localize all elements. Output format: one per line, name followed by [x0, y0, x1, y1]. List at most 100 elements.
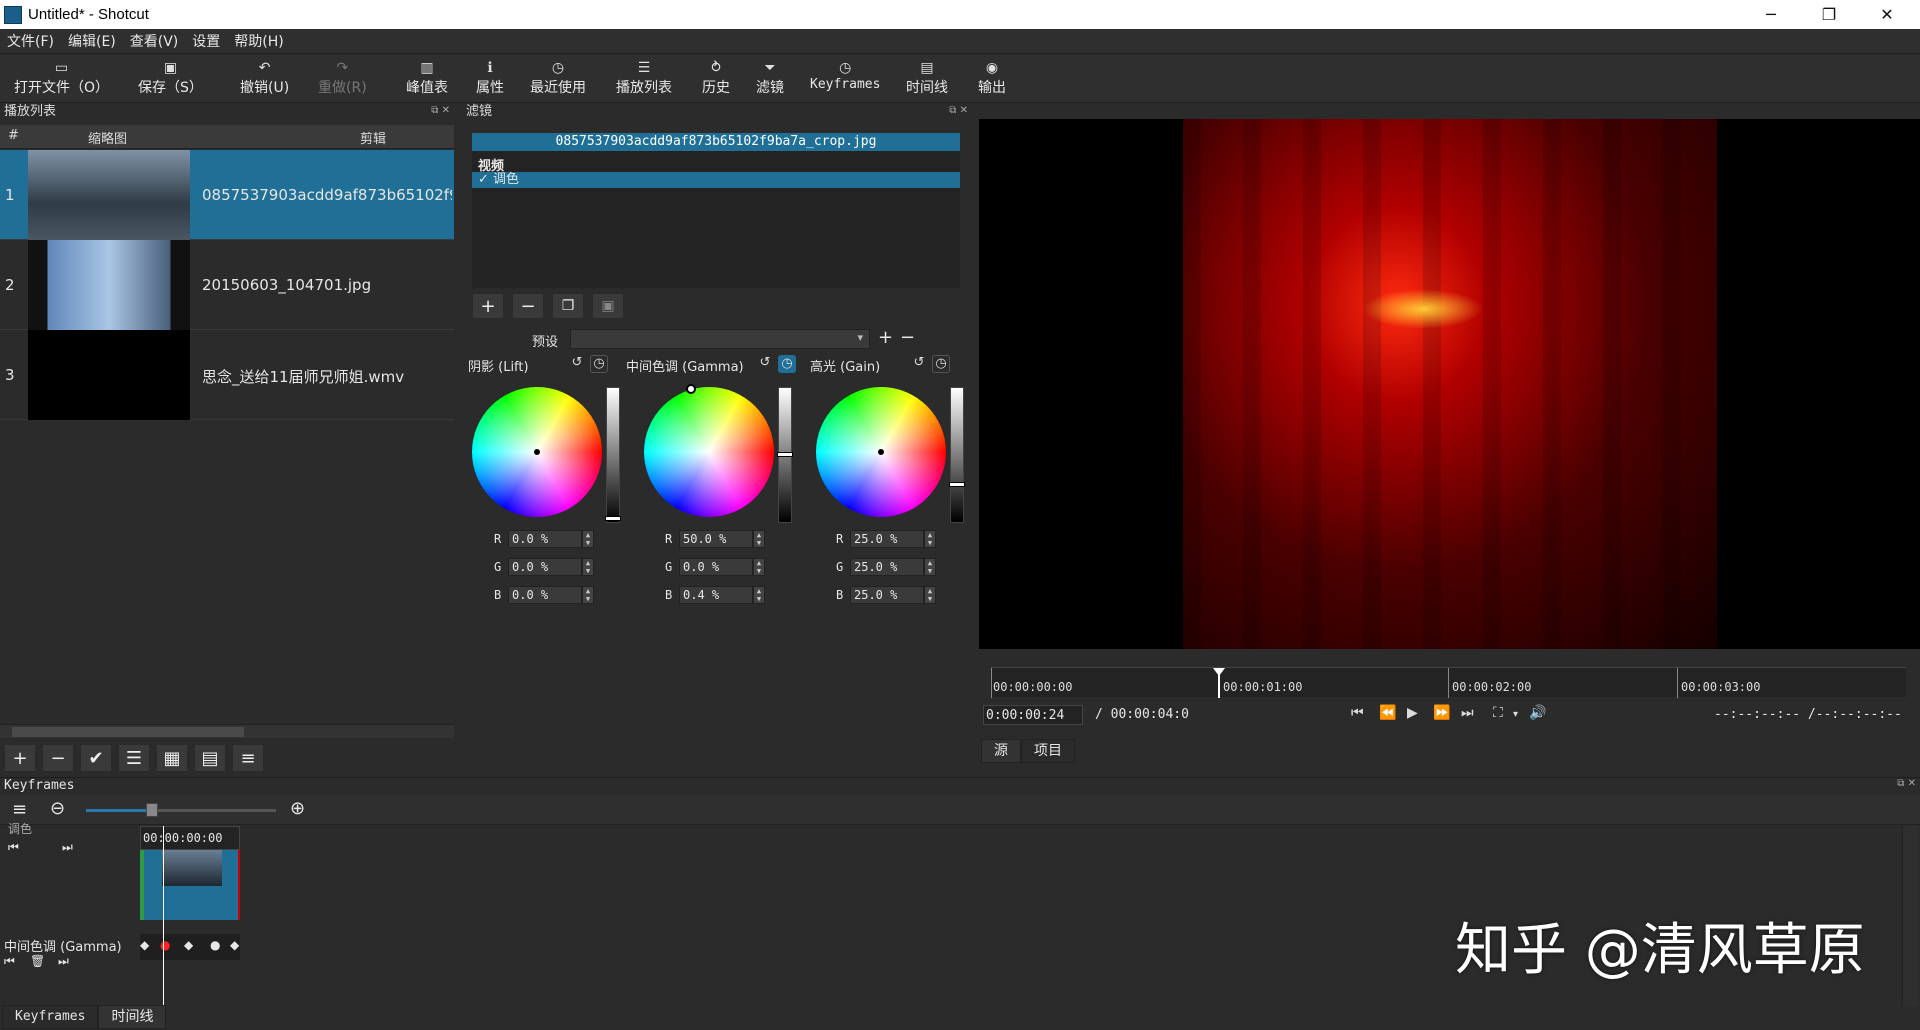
gain-b-spinbox[interactable]: B 25.0 % ▲ ▼: [836, 586, 946, 604]
playhead[interactable]: [1213, 668, 1225, 698]
seek-previous-icon[interactable]: ⏮: [4, 954, 15, 969]
lift-luma-slider[interactable]: [605, 387, 621, 523]
spin-arrows[interactable]: ▲ ▼: [753, 530, 765, 548]
details-view-button[interactable]: ☰: [118, 744, 150, 772]
col-number[interactable]: #: [8, 128, 19, 143]
playhead-cap[interactable]: [1213, 668, 1225, 676]
spin-arrows[interactable]: ▲ ▼: [924, 586, 936, 604]
export-button[interactable]: ◉ 输出: [978, 59, 1006, 101]
zoom-fit-icon[interactable]: ⛶: [1493, 705, 1503, 721]
lift-r-spinbox[interactable]: R 0.0 % ▲ ▼: [494, 530, 604, 548]
dock-icons[interactable]: ⧉ ✕: [431, 105, 450, 116]
recent-button[interactable]: ◷ 最近使用: [530, 59, 586, 101]
spin-value[interactable]: 25.0 %: [850, 558, 924, 576]
paste-filter-button[interactable]: ▣: [592, 293, 624, 319]
gain-luma-slider[interactable]: [949, 387, 965, 523]
keyframe-marker-current[interactable]: ●: [160, 938, 170, 952]
dock-icons[interactable]: ⧉ ✕: [1897, 778, 1916, 789]
delete-preset-button[interactable]: −: [900, 327, 915, 348]
zoom-knob[interactable]: [146, 803, 158, 817]
filters-button[interactable]: ⏷ 滤镜: [756, 59, 784, 101]
playlist-row[interactable]: 1 0857537903acdd9af873b65102f9b: [0, 150, 454, 240]
wheel-marker[interactable]: [686, 384, 696, 394]
spin-arrows[interactable]: ▲ ▼: [582, 558, 594, 576]
menu-settings[interactable]: 设置: [185, 31, 227, 51]
keyframe-lift-icon[interactable]: ◷: [590, 355, 608, 373]
menu-view[interactable]: 查看(V): [123, 31, 186, 51]
save-button[interactable]: ▣ 保存（S）: [138, 59, 203, 101]
playlist-row[interactable]: 2 20150603_104701.jpg: [0, 240, 454, 330]
gamma-b-spinbox[interactable]: B 0.4 % ▲ ▼: [665, 586, 775, 604]
gain-color-wheel[interactable]: [816, 387, 946, 517]
copy-filter-button[interactable]: ❐: [552, 293, 584, 319]
peak-meter-button[interactable]: ▥ 峰值表: [406, 59, 448, 101]
keyframes-playhead[interactable]: [163, 826, 164, 1006]
spin-value[interactable]: 0.0 %: [508, 586, 582, 604]
seek-previous-icon[interactable]: ⏮: [8, 840, 19, 855]
reset-gain-icon[interactable]: ↺: [910, 355, 928, 373]
playlist-hscroll[interactable]: [0, 724, 454, 738]
spin-arrows[interactable]: ▲ ▼: [924, 530, 936, 548]
keyframe-marker[interactable]: ◆: [230, 938, 239, 952]
filter-item-color-grading[interactable]: ✓ 调色: [472, 172, 960, 188]
tab-source[interactable]: 源: [981, 739, 1021, 763]
lift-b-spinbox[interactable]: B 0.0 % ▲ ▼: [494, 586, 604, 604]
gamma-color-wheel[interactable]: [644, 384, 774, 517]
keyframe-track[interactable]: ◆ ● ◆ ● ◆: [140, 934, 240, 960]
reset-lift-icon[interactable]: ↺: [568, 355, 586, 373]
lift-color-wheel[interactable]: [472, 387, 602, 517]
rewind-icon[interactable]: ⏪: [1379, 705, 1396, 721]
video-viewer[interactable]: [979, 119, 1920, 649]
add-filter-button[interactable]: +: [472, 293, 504, 319]
keyframes-vscroll[interactable]: [1902, 826, 1918, 1006]
spin-value[interactable]: 0.0 %: [508, 558, 582, 576]
col-clip[interactable]: 剪辑: [360, 128, 386, 147]
keyframes-menu-icon[interactable]: ≡: [12, 799, 27, 820]
menu-help[interactable]: 帮助(H): [227, 31, 290, 51]
spin-value[interactable]: 0.0 %: [508, 530, 582, 548]
menu-edit[interactable]: 编辑(E): [61, 31, 123, 51]
gamma-r-spinbox[interactable]: R 50.0 % ▲ ▼: [665, 530, 775, 548]
tab-timeline[interactable]: 时间线: [98, 1005, 167, 1029]
remove-filter-button[interactable]: −: [512, 293, 544, 319]
col-thumbnail[interactable]: 缩略图: [88, 128, 127, 147]
remove-clip-button[interactable]: −: [42, 744, 74, 772]
playlist-menu-button[interactable]: ≡: [232, 744, 264, 772]
reset-gamma-icon[interactable]: ↺: [756, 355, 774, 373]
spin-value[interactable]: 50.0 %: [679, 530, 753, 548]
spin-arrows[interactable]: ▲ ▼: [582, 530, 594, 548]
slider-handle[interactable]: [605, 516, 621, 521]
zoom-slider[interactable]: [86, 803, 276, 817]
properties-button[interactable]: ℹ 属性: [476, 59, 504, 101]
spin-arrows[interactable]: ▲ ▼: [753, 558, 765, 576]
spin-value[interactable]: 25.0 %: [850, 586, 924, 604]
gamma-luma-slider[interactable]: [777, 387, 793, 523]
position-timecode[interactable]: 0:00:00:24: [983, 705, 1084, 725]
keyframe-gamma-icon[interactable]: ◷: [778, 355, 796, 373]
play-icon[interactable]: ▶: [1407, 705, 1418, 721]
time-ruler[interactable]: 00:00:00:00 00:00:01:00 00:00:02:00 00:0…: [991, 667, 1906, 698]
scroll-thumb[interactable]: [12, 727, 244, 737]
slider-handle[interactable]: [949, 482, 965, 487]
clip-track[interactable]: [140, 850, 240, 920]
menu-file[interactable]: 文件(F): [0, 31, 61, 51]
icons-view-button[interactable]: ▤: [194, 744, 226, 772]
spin-arrows[interactable]: ▲ ▼: [753, 586, 765, 604]
redo-button[interactable]: ↷ 重做(R): [318, 59, 367, 101]
trash-icon[interactable]: 🗑: [30, 954, 45, 968]
keyframes-button[interactable]: ◷ Keyframes: [810, 59, 880, 101]
update-clip-button[interactable]: ✔: [80, 744, 112, 772]
zoom-in-icon[interactable]: ⊕: [290, 798, 305, 819]
zoom-out-icon[interactable]: ⊖: [50, 798, 65, 819]
seek-next-icon[interactable]: ⏭: [62, 840, 73, 855]
seek-next-icon[interactable]: ⏭: [58, 954, 69, 969]
lift-g-spinbox[interactable]: G 0.0 % ▲ ▼: [494, 558, 604, 576]
wheel-marker[interactable]: [534, 449, 540, 455]
fast-forward-icon[interactable]: ⏩: [1433, 705, 1450, 721]
volume-icon[interactable]: 🔊: [1529, 705, 1546, 721]
tab-keyframes[interactable]: Keyframes: [2, 1005, 99, 1029]
playlist-row[interactable]: 3 思念_送给11届师兄师姐.wmv: [0, 330, 454, 420]
dock-icons[interactable]: ⧉ ✕: [949, 105, 968, 116]
tiles-view-button[interactable]: ▦: [156, 744, 188, 772]
spin-arrows[interactable]: ▲ ▼: [582, 586, 594, 604]
